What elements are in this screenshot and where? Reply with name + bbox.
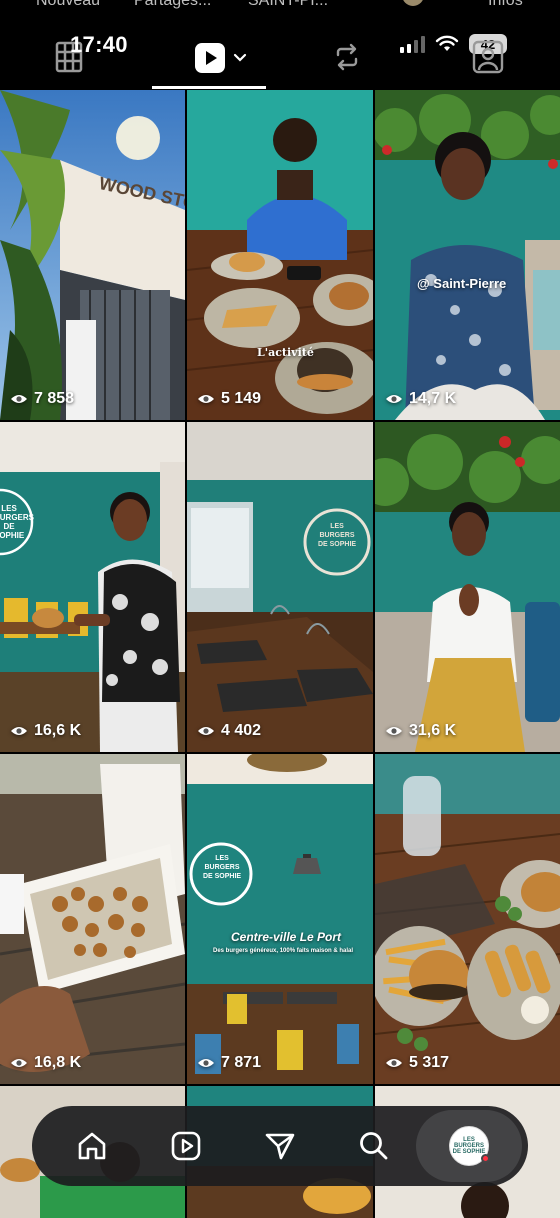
eye-icon <box>11 1059 27 1067</box>
home-icon <box>78 1132 106 1160</box>
view-count-value: 5 317 <box>409 1054 450 1071</box>
view-count: 4 402 <box>197 722 261 740</box>
reel-thumbnail[interactable]: LES BURGERS DE SOPHIE 16,6 K <box>0 422 185 752</box>
search-button[interactable] <box>334 1106 414 1186</box>
ghost-tab-row: Nouveau Partages... SAINT-PI... Infos <box>0 0 560 10</box>
location-caption: Centre-ville Le Port <box>231 930 342 944</box>
direct-messages-button[interactable] <box>240 1106 320 1186</box>
eye-icon <box>386 727 402 735</box>
thumbnail-image <box>0 422 185 752</box>
reel-thumbnail[interactable]: LES BURGERS DE SOPHIE Centre-ville Le Po… <box>187 754 373 1084</box>
restaurant-logo-sign: LES BURGERS DE SOPHIE <box>317 523 357 548</box>
thumbnail-image <box>187 90 373 420</box>
eye-icon <box>198 395 214 403</box>
search-icon <box>360 1132 388 1160</box>
reel-thumbnail[interactable]: L'activité 5 149 <box>187 90 373 420</box>
view-count-value: 7 871 <box>221 1054 262 1071</box>
view-count-value: 16,8 K <box>34 1054 82 1071</box>
thumbnail-image <box>0 754 185 1084</box>
thumbnail-image <box>375 90 560 420</box>
ghost-tab-partages[interactable]: Partages... <box>134 0 211 10</box>
view-count-value: 16,6 K <box>34 722 82 739</box>
reels-icon <box>195 43 225 73</box>
reel-thumbnail[interactable]: 16,8 K <box>0 754 185 1084</box>
view-count: 16,8 K <box>10 1054 81 1072</box>
reels-tab[interactable] <box>190 38 250 78</box>
eye-icon <box>198 1059 214 1067</box>
eye-icon <box>386 395 402 403</box>
cellular-signal-icon <box>400 35 425 53</box>
thumbnail-image <box>187 754 373 1084</box>
profile-button[interactable]: LES BURGERS DE SOPHIE <box>416 1110 522 1182</box>
eye-icon <box>11 727 27 735</box>
thumbnail-image <box>0 90 185 420</box>
view-count-value: 4 402 <box>221 722 262 739</box>
ghost-tab-saint-pierre[interactable]: SAINT-PI... <box>248 0 328 10</box>
view-count: 7 871 <box>197 1054 261 1072</box>
ghost-tab-infos[interactable]: Infos <box>488 0 523 10</box>
view-count: 5 317 <box>385 1054 449 1072</box>
notification-dot <box>481 1154 490 1163</box>
view-count: 14,7 K <box>385 390 456 408</box>
view-count: 5 149 <box>197 390 261 408</box>
restaurant-logo-sign: LES BURGERS DE SOPHIE <box>0 504 35 540</box>
view-count-value: 7 858 <box>34 390 75 407</box>
thumbnail-image <box>187 422 373 752</box>
status-clock: 17:40 <box>70 32 128 57</box>
eye-icon <box>198 727 214 735</box>
profile-header: Nouveau Partages... SAINT-PI... Infos 17… <box>0 0 560 90</box>
send-icon <box>265 1133 295 1160</box>
thumbnail-image <box>375 422 560 752</box>
profile-avatar: LES BURGERS DE SOPHIE <box>449 1126 490 1166</box>
reel-thumbnail[interactable]: @ Saint-Pierre 14,7 K <box>375 90 560 420</box>
ghost-tab-nouveau[interactable]: Nouveau <box>36 0 100 10</box>
reel-subcaption: Des burgers généreux, 100% faits maison … <box>213 948 354 954</box>
reels-icon <box>171 1131 201 1161</box>
view-count: 7 858 <box>10 390 74 408</box>
reel-caption: L'activité <box>257 346 314 359</box>
active-tab-indicator <box>152 86 266 89</box>
tagged-person-icon <box>472 40 504 74</box>
reel-thumbnail[interactable]: WOOD STOCK 7 858 <box>0 90 185 420</box>
eye-icon <box>11 395 27 403</box>
wifi-icon <box>435 35 459 51</box>
chevron-down-icon <box>233 53 247 62</box>
reel-thumbnail[interactable]: 5 317 <box>375 754 560 1084</box>
reposts-tab[interactable] <box>330 40 364 74</box>
reel-thumbnail[interactable]: LES BURGERS DE SOPHIE 4 402 <box>187 422 373 752</box>
profile-avatar-label: LES BURGERS DE SOPHIE <box>452 1136 486 1156</box>
view-count-value: 14,7 K <box>409 390 457 407</box>
view-count: 16,6 K <box>10 722 81 740</box>
thumbnail-image <box>375 754 560 1084</box>
restaurant-logo-sign: LES BURGERS DE SOPHIE <box>202 855 242 880</box>
view-count: 31,6 K <box>385 722 456 740</box>
bottom-navigation-bar: LES BURGERS DE SOPHIE <box>32 1106 528 1186</box>
reel-thumbnail[interactable]: 31,6 K <box>375 422 560 752</box>
repost-icon <box>336 43 358 71</box>
reels-button[interactable] <box>146 1106 226 1186</box>
view-count-value: 5 149 <box>221 390 262 407</box>
tagged-tab[interactable] <box>470 36 506 76</box>
eye-icon <box>386 1059 402 1067</box>
view-count-value: 31,6 K <box>409 722 457 739</box>
location-caption: @ Saint-Pierre <box>417 276 507 291</box>
home-button[interactable] <box>52 1106 132 1186</box>
